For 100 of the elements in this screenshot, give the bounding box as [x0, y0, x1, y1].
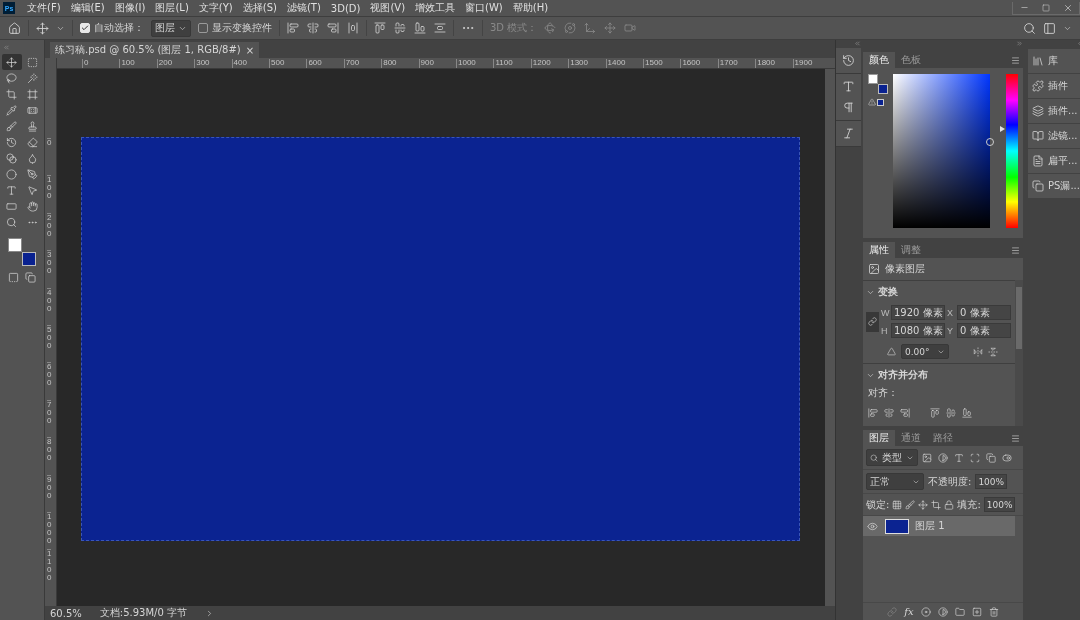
menu-item[interactable]: 增效工具 [411, 1, 460, 15]
mask-icon[interactable] [920, 606, 931, 617]
eye-icon[interactable] [867, 520, 878, 532]
folder-icon[interactable] [954, 606, 965, 617]
blend-mode-dropdown[interactable]: 正常 [866, 473, 924, 490]
glyph-icon[interactable] [842, 127, 855, 140]
scrollbar[interactable] [1015, 280, 1023, 426]
y-field[interactable]: 0 像素 [957, 323, 1011, 338]
background-swatch[interactable] [878, 84, 888, 94]
lock-icon[interactable] [944, 499, 955, 510]
menu-item[interactable]: 图层(L) [151, 1, 193, 15]
tool-button[interactable] [1, 54, 22, 70]
angle-field[interactable]: 0.00° [901, 344, 949, 359]
video-icon[interactable] [624, 22, 637, 34]
distribute-icon[interactable] [434, 22, 446, 34]
pilcrow-icon[interactable] [842, 101, 855, 114]
flip-horizontal-icon[interactable] [973, 346, 983, 357]
home-icon[interactable] [8, 21, 21, 35]
expand-icon[interactable] [1016, 40, 1023, 47]
arrows-icon[interactable] [36, 21, 49, 35]
arrows-icon[interactable] [604, 22, 617, 34]
menu-item[interactable]: 3D(D) [326, 2, 365, 14]
width-field[interactable]: 1920 像素 [891, 305, 945, 320]
contrast-icon[interactable] [938, 452, 948, 463]
fx-button[interactable]: fx [904, 606, 914, 617]
x-field[interactable]: 0 像素 [957, 305, 1011, 320]
panel-shortcut[interactable]: 插件... [1028, 99, 1080, 123]
close-icon[interactable]: × [245, 44, 255, 56]
history-icon[interactable] [842, 54, 855, 67]
flip-vertical-icon[interactable] [988, 346, 998, 357]
align-right-icon[interactable] [900, 408, 910, 418]
mask-icon[interactable] [8, 272, 19, 283]
align-left-icon[interactable] [287, 22, 299, 34]
menu-item[interactable]: 文件(F) [23, 1, 65, 15]
opacity-field[interactable]: 100% [975, 474, 1008, 489]
panel-tab[interactable]: 属性 [863, 242, 895, 258]
collapse-icon[interactable] [854, 40, 861, 47]
distribute-icon[interactable] [347, 22, 359, 34]
menu-item[interactable]: 帮助(H) [508, 1, 553, 15]
menu-item[interactable]: 图像(I) [110, 1, 150, 15]
panel-shortcut[interactable]: PS漏... [1028, 174, 1080, 198]
move-3d-icon[interactable] [584, 22, 597, 34]
arrows-icon[interactable] [918, 499, 929, 510]
rotate-3d-icon[interactable] [544, 22, 557, 34]
toggle-icon[interactable] [1002, 452, 1012, 463]
align-bottom-icon[interactable] [962, 408, 972, 418]
align-center-icon[interactable] [884, 408, 894, 418]
trash-icon[interactable] [988, 606, 999, 617]
menu-item[interactable]: 窗口(W) [461, 1, 507, 15]
crop-icon[interactable] [931, 499, 942, 510]
align-middle-icon[interactable] [394, 22, 406, 34]
checkbox[interactable] [198, 23, 208, 33]
align-bottom-icon[interactable] [414, 22, 426, 34]
foreground-swatch[interactable] [868, 74, 878, 84]
color-field[interactable] [893, 74, 990, 228]
type-icon[interactable] [842, 80, 855, 93]
panel-shortcut[interactable]: 插件 [1028, 74, 1080, 98]
scrollbar-track[interactable] [825, 69, 835, 606]
brush-icon[interactable] [905, 499, 916, 510]
hue-marker[interactable] [1000, 126, 1005, 133]
menu-item[interactable]: 文字(Y) [194, 1, 237, 15]
menu-icon[interactable] [1011, 55, 1020, 65]
align-right-icon[interactable] [327, 22, 339, 34]
menu-icon[interactable] [1011, 433, 1020, 443]
image-icon[interactable] [922, 452, 932, 463]
menu-icon[interactable] [1011, 245, 1020, 255]
target-dropdown[interactable]: 图层 [151, 19, 191, 37]
align-left-icon[interactable] [868, 408, 878, 418]
panel-shortcut[interactable]: 库 [1028, 49, 1080, 73]
background-swatch[interactable] [22, 252, 36, 266]
copy-icon[interactable] [986, 452, 996, 463]
foreground-swatch[interactable] [8, 238, 22, 252]
fill-field[interactable]: 100% [983, 497, 1016, 512]
align-middle-icon[interactable] [946, 408, 956, 418]
grid-icon[interactable] [892, 499, 903, 510]
screen-mode-icon[interactable] [25, 272, 36, 283]
workspace-icon[interactable] [1043, 21, 1056, 35]
menu-item[interactable]: 选择(S) [238, 1, 281, 15]
align-center-icon[interactable] [307, 22, 319, 34]
panel-tab[interactable]: 颜色 [863, 52, 895, 68]
filter-dropdown[interactable]: 类型 [866, 449, 918, 466]
panel-shortcut[interactable]: 扁平... [1028, 149, 1080, 173]
contrast-icon[interactable] [937, 606, 948, 617]
panel-tab[interactable]: 图层 [863, 430, 895, 446]
document-tab[interactable]: 练习稿.psd @ 60.5% (图层 1, RGB/8#) × [50, 42, 260, 58]
align-top-icon[interactable] [930, 408, 940, 418]
orbit-icon[interactable] [564, 22, 577, 34]
new-layer-icon[interactable] [971, 606, 982, 617]
menu-item[interactable]: 视图(V) [366, 1, 410, 15]
scan-icon[interactable] [970, 452, 980, 463]
layer-row[interactable]: 图层 1 [863, 516, 1015, 536]
gamut-swatch[interactable] [877, 98, 884, 106]
search-icon[interactable] [1023, 21, 1036, 35]
menu-item[interactable]: 编辑(E) [66, 1, 109, 15]
type-icon[interactable] [954, 452, 964, 463]
height-field[interactable]: 1080 像素 [891, 323, 945, 338]
align-top-icon[interactable] [374, 22, 386, 34]
menu-item[interactable]: 滤镜(T) [282, 1, 325, 15]
panel-shortcut[interactable]: 滤镜... [1028, 124, 1080, 148]
link-button[interactable] [866, 311, 879, 332]
